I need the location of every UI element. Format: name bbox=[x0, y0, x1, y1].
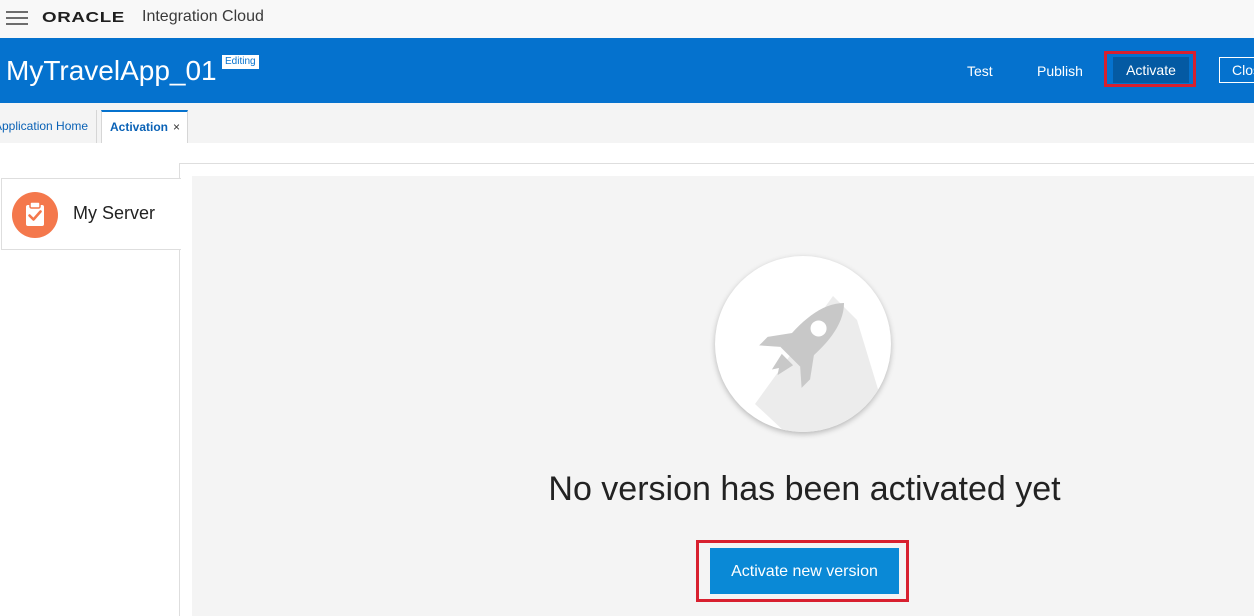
product-name: Integration Cloud bbox=[142, 8, 264, 25]
test-button[interactable]: Test bbox=[967, 60, 993, 82]
divider bbox=[179, 163, 1254, 164]
content-area: My Server No version has been activated … bbox=[0, 143, 1254, 616]
tab-strip: Application Home Activation × bbox=[0, 103, 1254, 143]
tab-label: Application Home bbox=[0, 119, 89, 133]
server-name: My Server bbox=[73, 203, 156, 223]
tab-application-home[interactable]: Application Home bbox=[0, 110, 98, 143]
app-title: MyTravelApp_01 bbox=[6, 55, 217, 86]
close-button[interactable]: Close bbox=[1219, 57, 1254, 83]
clipboard-check-icon bbox=[12, 192, 58, 238]
close-icon[interactable]: × bbox=[173, 112, 180, 143]
oracle-logo: ORACLE bbox=[42, 9, 125, 26]
tab-activation[interactable]: Activation × bbox=[101, 110, 188, 143]
activate-new-version-button[interactable]: Activate new version bbox=[710, 548, 899, 594]
publish-button[interactable]: Publish bbox=[1037, 60, 1083, 82]
main-panel: No version has been activated yet Activa… bbox=[192, 176, 1254, 616]
editing-badge: Editing bbox=[222, 55, 259, 69]
server-item[interactable]: My Server bbox=[1, 178, 181, 250]
empty-state-message: No version has been activated yet bbox=[548, 470, 1061, 508]
activate-button[interactable]: Activate bbox=[1113, 57, 1189, 83]
oracle-top-bar: ORACLE Integration Cloud bbox=[0, 0, 1254, 38]
rocket-icon bbox=[715, 256, 891, 432]
hamburger-icon[interactable] bbox=[6, 11, 28, 25]
tab-label: Activation bbox=[110, 120, 169, 134]
app-header: MyTravelApp_01 Editing Test Publish Acti… bbox=[0, 38, 1254, 103]
